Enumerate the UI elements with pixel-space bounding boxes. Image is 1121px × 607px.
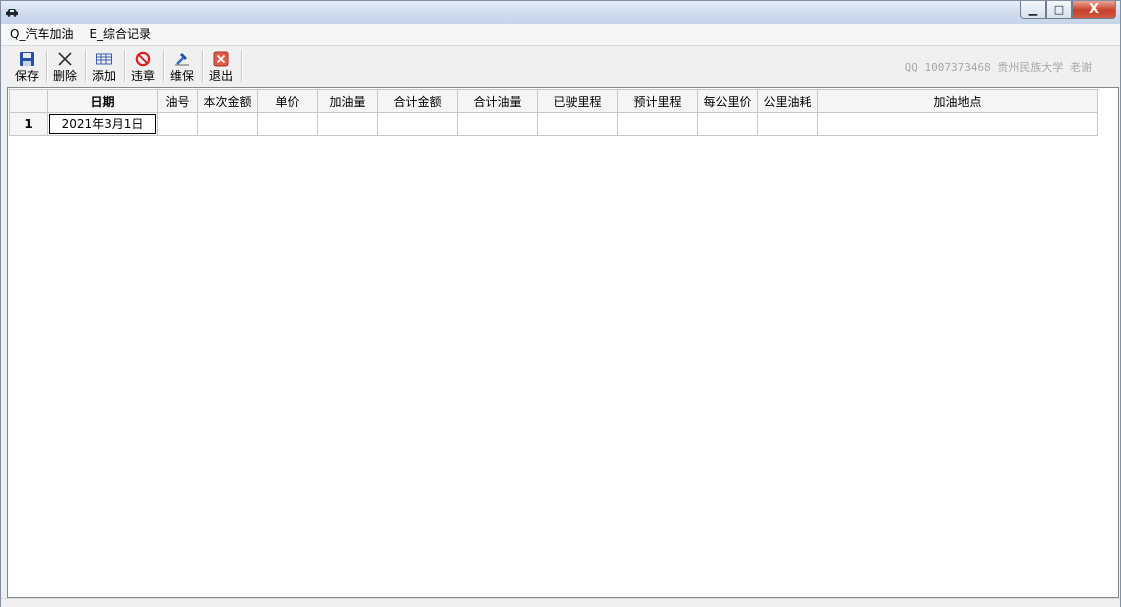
maximize-button[interactable]: □ xyxy=(1046,1,1072,19)
column-header-total-volume[interactable]: 合计油量 xyxy=(457,89,538,113)
column-header-date[interactable]: 日期 xyxy=(47,89,158,113)
column-header-unit-price[interactable]: 单价 xyxy=(257,89,318,113)
close-icon: X xyxy=(1088,2,1100,17)
corner-cell[interactable] xyxy=(9,89,48,113)
table-cell[interactable] xyxy=(537,112,618,136)
cell-value: 2021年3月1日 xyxy=(49,114,156,134)
add-button[interactable]: 添加 xyxy=(90,48,118,84)
add-icon xyxy=(96,53,112,65)
watermark-text: QQ 1007373468 贵州民族大学 老谢 xyxy=(904,61,1092,74)
delete-icon xyxy=(58,52,72,66)
table-row[interactable]: 1 2021年3月1日 xyxy=(9,112,1098,136)
table-cell[interactable] xyxy=(157,112,198,136)
table-cell[interactable] xyxy=(757,112,818,136)
table-cell[interactable] xyxy=(317,112,378,136)
table-cell[interactable] xyxy=(257,112,318,136)
violation-button[interactable]: 违章 xyxy=(129,48,157,84)
table-cell[interactable] xyxy=(197,112,258,136)
column-header-fuel-grade[interactable]: 油号 xyxy=(157,89,198,113)
table-cell[interactable] xyxy=(617,112,698,136)
column-header-location[interactable]: 加油地点 xyxy=(817,89,1098,113)
car-icon xyxy=(6,9,18,17)
minimize-button[interactable]: ▁ xyxy=(1020,1,1046,19)
exit-icon xyxy=(213,51,229,67)
toolbar-separator xyxy=(46,50,48,82)
column-header-mileage-driven[interactable]: 已驶里程 xyxy=(537,89,618,113)
column-header-total-amount[interactable]: 合计金额 xyxy=(377,89,458,113)
close-button[interactable]: X xyxy=(1072,1,1116,19)
table-cell[interactable] xyxy=(817,112,1098,136)
menu-refuel[interactable]: Q_汽车加油 xyxy=(1,24,80,45)
toolbar-separator xyxy=(124,50,126,82)
exit-button[interactable]: 退出 xyxy=(207,48,235,84)
maintenance-icon xyxy=(175,53,189,66)
toolbar-separator xyxy=(241,50,243,82)
toolbar: 保存 删除 添加 违章 维保 退出 QQ 1007373468 贵州民族大学 老… xyxy=(1,46,1120,86)
table-cell[interactable] xyxy=(377,112,458,136)
toolbar-separator xyxy=(202,50,204,82)
table-cell[interactable] xyxy=(697,112,758,136)
column-header-amount[interactable]: 本次金额 xyxy=(197,89,258,113)
save-icon xyxy=(20,52,34,66)
minimize-icon: ▁ xyxy=(1028,3,1038,16)
toolbar-separator xyxy=(85,50,87,82)
menu-bar: Q_汽车加油 E_综合记录 xyxy=(1,24,1120,46)
column-header-estimated-mileage[interactable]: 预计里程 xyxy=(617,89,698,113)
date-cell[interactable]: 2021年3月1日 xyxy=(47,112,158,136)
save-button[interactable]: 保存 xyxy=(13,48,41,84)
toolbar-separator xyxy=(163,50,165,82)
title-bar[interactable]: ▁ □ X xyxy=(1,1,1120,24)
column-header-fuel-volume[interactable]: 加油量 xyxy=(317,89,378,113)
header-row: 日期 油号 本次金额 单价 加油量 合计金额 合计油量 已驶里程 预计里程 每公… xyxy=(9,89,1098,113)
table-cell[interactable] xyxy=(457,112,538,136)
status-bar xyxy=(1,598,1120,607)
maintenance-button[interactable]: 维保 xyxy=(168,48,196,84)
column-header-fuel-consumption[interactable]: 公里油耗 xyxy=(757,89,818,113)
app-window: ▁ □ X Q_汽车加油 E_综合记录 保存 删除 添加 违章 维保 退出 QQ… xyxy=(0,0,1121,607)
column-header-cost-per-km[interactable]: 每公里价 xyxy=(697,89,758,113)
row-header[interactable]: 1 xyxy=(9,112,48,136)
maximize-icon: □ xyxy=(1053,3,1065,16)
violation-icon xyxy=(135,51,151,67)
delete-button[interactable]: 删除 xyxy=(51,48,79,84)
data-grid[interactable]: 日期 油号 本次金额 单价 加油量 合计金额 合计油量 已驶里程 预计里程 每公… xyxy=(7,87,1119,598)
grid-table: 日期 油号 本次金额 单价 加油量 合计金额 合计油量 已驶里程 预计里程 每公… xyxy=(9,89,1098,136)
menu-records[interactable]: E_综合记录 xyxy=(80,24,158,45)
